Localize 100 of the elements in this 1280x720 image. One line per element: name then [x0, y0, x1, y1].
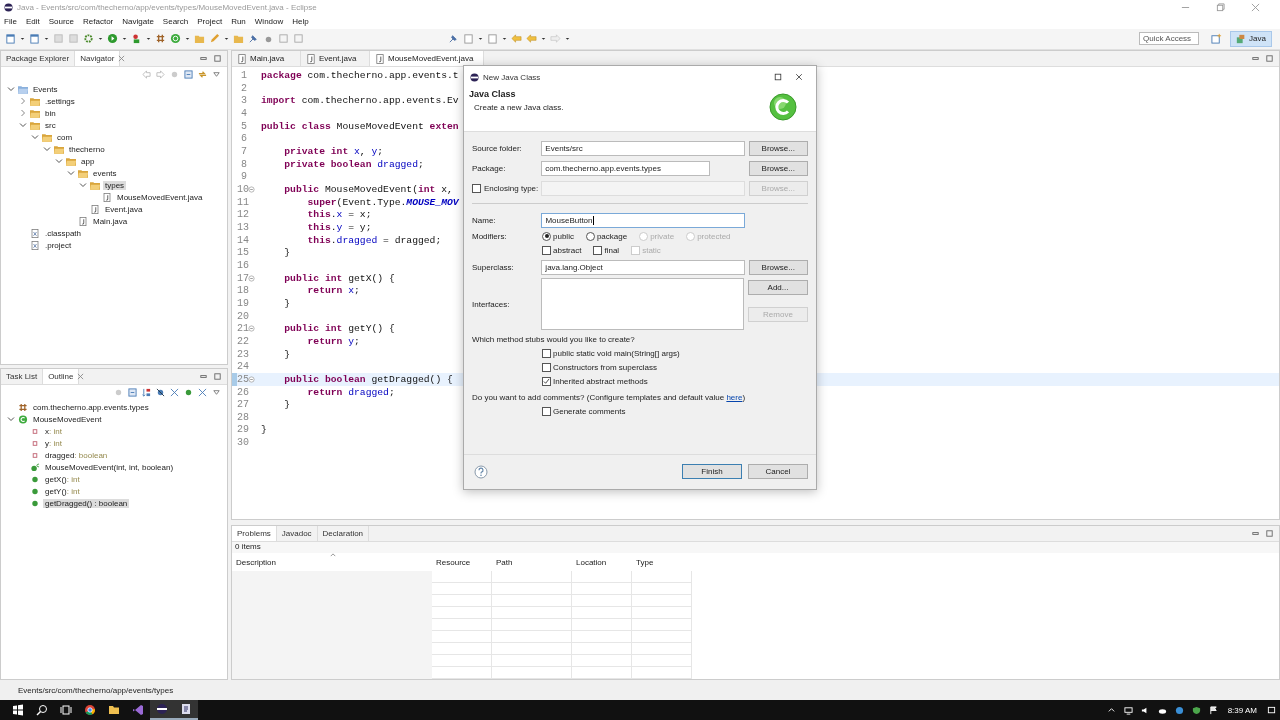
- pin-icon[interactable]: [248, 33, 259, 45]
- menu-item[interactable]: Project: [197, 17, 223, 27]
- tree-item[interactable]: events: [91, 168, 119, 178]
- outline-item[interactable]: MouseMovedEvent(int, int, boolean): [43, 462, 176, 472]
- menu-item[interactable]: Help: [292, 17, 309, 27]
- globe-icon[interactable]: [1174, 705, 1184, 715]
- menu-icon[interactable]: [212, 387, 221, 397]
- document-icon[interactable]: [180, 703, 192, 715]
- restore-icon[interactable]: [1216, 2, 1225, 12]
- source-folder-field[interactable]: Events/src: [541, 141, 745, 156]
- column-header[interactable]: Type: [632, 553, 692, 572]
- pencil-icon[interactable]: [209, 33, 220, 45]
- tree-item[interactable]: com: [55, 132, 75, 142]
- outline-item[interactable]: y: int: [43, 438, 64, 448]
- cancel-button[interactable]: Cancel: [748, 464, 808, 479]
- panel-tab[interactable]: Problems: [232, 526, 277, 542]
- menu-item[interactable]: File: [4, 17, 17, 27]
- close-icon[interactable]: [77, 373, 85, 381]
- outline-item[interactable]: x: int: [43, 426, 64, 436]
- editor-tab[interactable]: Main.java: [232, 51, 301, 67]
- run-icon[interactable]: [107, 33, 118, 45]
- outline-item[interactable]: MouseMovedEvent: [31, 414, 104, 424]
- menu-item[interactable]: Navigate: [122, 17, 154, 27]
- tree-item[interactable]: src: [43, 120, 58, 130]
- tree-item[interactable]: Events: [31, 84, 60, 94]
- search-icon[interactable]: [36, 704, 48, 716]
- checkbox[interactable]: [593, 245, 603, 255]
- tree-item[interactable]: .project: [43, 240, 74, 250]
- radio-button[interactable]: [542, 231, 551, 241]
- tree-item[interactable]: .classpath: [43, 228, 84, 238]
- column-header[interactable]: Resource: [432, 553, 492, 572]
- help-icon[interactable]: [474, 464, 488, 479]
- link-icon[interactable]: [198, 69, 207, 79]
- quick-access-field[interactable]: Quick Access: [1139, 32, 1200, 46]
- dot-icon[interactable]: [184, 387, 193, 397]
- menu-item[interactable]: Refactor: [83, 17, 114, 27]
- maximize-icon[interactable]: [774, 73, 782, 81]
- finish-button[interactable]: Finish: [682, 464, 742, 479]
- column-header[interactable]: Description: [232, 553, 432, 572]
- checkbox[interactable]: [542, 245, 551, 255]
- panel-tab[interactable]: Declaration: [317, 526, 370, 542]
- tree-item[interactable]: Main.java: [91, 216, 130, 226]
- close-icon[interactable]: [118, 55, 126, 63]
- sort-icon[interactable]: [330, 553, 336, 558]
- menu-item[interactable]: Search: [162, 17, 189, 27]
- page-icon[interactable]: [5, 33, 16, 45]
- radio-button[interactable]: [585, 231, 595, 241]
- outline-item[interactable]: dragged: boolean: [43, 450, 110, 460]
- page-icon[interactable]: [29, 33, 40, 45]
- menu-item[interactable]: Run: [231, 17, 246, 27]
- hide-fields-icon[interactable]: [156, 387, 165, 397]
- package-field[interactable]: com.thecherno.app.events.types: [541, 161, 710, 176]
- panel-tab[interactable]: Navigator: [75, 51, 121, 67]
- tree-item[interactable]: types: [103, 180, 127, 190]
- tree-item[interactable]: Event.java: [103, 204, 145, 214]
- class-icon[interactable]: [170, 33, 181, 45]
- flag-icon[interactable]: [1208, 705, 1218, 715]
- menu-item[interactable]: Window: [254, 17, 284, 27]
- start-icon[interactable]: [12, 704, 24, 716]
- superclass-field[interactable]: java.lang.Object: [541, 260, 745, 275]
- open-perspective-icon[interactable]: [1211, 33, 1223, 45]
- chevron-up-icon[interactable]: [1106, 705, 1116, 715]
- outline-item[interactable]: com.thecherno.app.events.types: [31, 402, 151, 412]
- checkbox[interactable]: [542, 376, 551, 386]
- fold-icon[interactable]: [248, 325, 255, 333]
- notification-icon[interactable]: [1267, 705, 1276, 715]
- tree-item[interactable]: .settings: [43, 96, 77, 106]
- collapse-all-icon[interactable]: [128, 387, 137, 397]
- grid-icon[interactable]: [155, 33, 166, 45]
- browser-icon[interactable]: [84, 704, 96, 716]
- perspective-button[interactable]: Java: [1230, 30, 1272, 47]
- menu-item[interactable]: Source: [48, 17, 75, 27]
- add-button[interactable]: Add...: [748, 280, 808, 295]
- checkbox[interactable]: [542, 406, 551, 416]
- panel-tab[interactable]: Javadoc: [276, 526, 318, 542]
- name-field[interactable]: MouseButton: [541, 213, 745, 228]
- shield-icon[interactable]: [1191, 705, 1201, 715]
- folder-icon[interactable]: [108, 704, 120, 716]
- tree-item[interactable]: MouseMovedEvent.java: [115, 192, 205, 202]
- outline-item[interactable]: getDragged() : boolean: [43, 498, 130, 508]
- tree-item[interactable]: bin: [43, 108, 58, 118]
- gear-icon[interactable]: [83, 33, 94, 45]
- outline-item[interactable]: getY(): int: [43, 486, 82, 496]
- fold-icon[interactable]: [248, 274, 255, 282]
- app-icon[interactable]: [156, 703, 168, 715]
- browse-button[interactable]: Browse...: [748, 161, 808, 176]
- browse-button[interactable]: Browse...: [748, 141, 808, 156]
- menu-icon[interactable]: [212, 69, 221, 79]
- browse-button[interactable]: Browse...: [748, 260, 808, 275]
- tree-item[interactable]: app: [79, 156, 97, 166]
- fold-icon[interactable]: [248, 375, 255, 383]
- interfaces-list[interactable]: [541, 278, 744, 330]
- outline-item[interactable]: getX(): int: [43, 474, 82, 484]
- sort-icon[interactable]: [142, 387, 151, 397]
- editor-tab[interactable]: MouseMovedEvent.java: [370, 51, 485, 67]
- collapse-all-icon[interactable]: [184, 69, 193, 79]
- column-header[interactable]: Path: [492, 553, 572, 572]
- pin-icon[interactable]: [448, 33, 459, 45]
- panel-tab[interactable]: Outline: [43, 369, 80, 385]
- task-view-icon[interactable]: [60, 704, 72, 716]
